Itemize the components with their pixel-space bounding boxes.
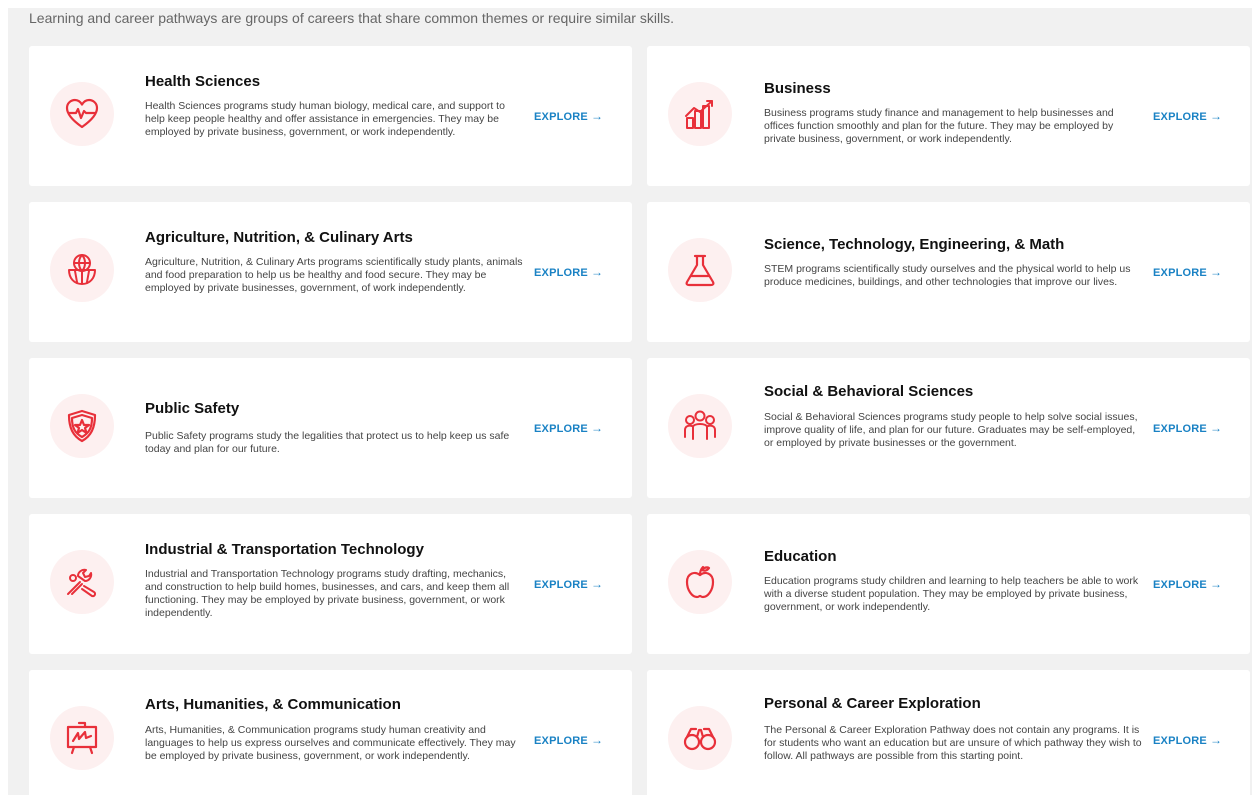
explore-link[interactable]: EXPLORE → xyxy=(534,265,603,279)
globe-basket-icon xyxy=(50,238,114,302)
pathway-title: Arts, Humanities, & Communication xyxy=(145,696,401,713)
people-group-icon xyxy=(668,394,732,458)
explore-link[interactable]: EXPLORE → xyxy=(534,421,603,435)
pathway-card-arts: Arts, Humanities, & Communication Arts, … xyxy=(29,670,632,810)
explore-link[interactable]: EXPLORE → xyxy=(1153,733,1222,747)
explore-label: EXPLORE xyxy=(1153,111,1207,123)
arrow-right-icon: → xyxy=(590,733,604,747)
pathway-title: Industrial & Transportation Technology xyxy=(145,541,424,558)
pathway-card-business: Business Business programs study finance… xyxy=(647,46,1250,186)
pathway-title: Public Safety xyxy=(145,400,240,417)
apple-icon xyxy=(668,550,732,614)
flask-icon xyxy=(668,238,732,302)
explore-label: EXPLORE xyxy=(1153,267,1207,279)
pathway-description: Arts, Humanities, & Communication progra… xyxy=(145,724,516,762)
pathway-title: Business xyxy=(764,80,831,97)
pathway-title: Social & Behavioral Sciences xyxy=(764,383,974,400)
explore-link[interactable]: EXPLORE → xyxy=(534,109,603,123)
pathway-description: Business programs study finance and mana… xyxy=(764,107,1114,145)
pathway-description: Social & Behavioral Sciences programs st… xyxy=(764,411,1138,449)
explore-link[interactable]: EXPLORE → xyxy=(1153,421,1222,435)
pathway-card-industrial: Industrial & Transportation Technology I… xyxy=(29,514,632,654)
pathway-description: Education programs study children and le… xyxy=(764,575,1139,613)
explore-link[interactable]: EXPLORE → xyxy=(1153,577,1222,591)
shield-star-icon xyxy=(50,394,114,458)
explore-label: EXPLORE xyxy=(1153,579,1207,591)
easel-icon xyxy=(50,706,114,770)
explore-label: EXPLORE xyxy=(534,579,588,591)
pathway-title: Agriculture, Nutrition, & Culinary Arts xyxy=(145,229,413,246)
pathway-card-public-safety: Public Safety Public Safety programs stu… xyxy=(29,358,632,498)
pathway-card-health-sciences: Health Sciences Health Sciences programs… xyxy=(29,46,632,186)
arrow-right-icon: → xyxy=(590,265,604,279)
pathway-description: STEM programs scientifically study ourse… xyxy=(764,263,1131,288)
arrow-right-icon: → xyxy=(1209,577,1223,591)
explore-label: EXPLORE xyxy=(1153,423,1207,435)
pathway-description: Industrial and Transportation Technology… xyxy=(145,568,510,619)
arrow-right-icon: → xyxy=(590,109,604,123)
explore-link[interactable]: EXPLORE → xyxy=(534,733,603,747)
explore-link[interactable]: EXPLORE → xyxy=(1153,265,1222,279)
chart-graph-icon xyxy=(668,82,732,146)
pathway-description: Public Safety programs study the legalit… xyxy=(145,430,510,455)
pathway-title: Health Sciences xyxy=(145,73,261,90)
pathway-card-stem: Science, Technology, Engineering, & Math… xyxy=(647,202,1250,342)
explore-label: EXPLORE xyxy=(1153,735,1207,747)
explore-label: EXPLORE xyxy=(534,267,588,279)
tools-icon xyxy=(50,550,114,614)
explore-label: EXPLORE xyxy=(534,423,588,435)
pathway-title: Personal & Career Exploration xyxy=(764,695,981,712)
pathway-title: Science, Technology, Engineering, & Math xyxy=(764,236,1065,253)
pathway-description: Health Sciences programs study human bio… xyxy=(145,100,505,138)
arrow-right-icon: → xyxy=(590,421,604,435)
pathway-title: Education xyxy=(764,548,837,565)
arrow-right-icon: → xyxy=(590,577,604,591)
explore-link[interactable]: EXPLORE → xyxy=(534,577,603,591)
binoculars-icon xyxy=(668,706,732,770)
arrow-right-icon: → xyxy=(1209,265,1223,279)
arrow-right-icon: → xyxy=(1209,733,1223,747)
pathway-card-social-behavioral: Social & Behavioral Sciences Social & Be… xyxy=(647,358,1250,498)
arrow-right-icon: → xyxy=(1209,421,1223,435)
arrow-right-icon: → xyxy=(1209,109,1223,123)
explore-link[interactable]: EXPLORE → xyxy=(1153,109,1222,123)
heart-pulse-icon xyxy=(50,82,114,146)
intro-text: Learning and career pathways are groups … xyxy=(29,10,675,26)
explore-label: EXPLORE xyxy=(534,735,588,747)
explore-label: EXPLORE xyxy=(534,111,588,123)
pathway-description: The Personal & Career Exploration Pathwa… xyxy=(764,724,1142,762)
pathway-card-personal-exploration: Personal & Career Exploration The Person… xyxy=(647,670,1250,810)
pathway-description: Agriculture, Nutrition, & Culinary Arts … xyxy=(145,256,523,294)
pathway-card-education: Education Education programs study child… xyxy=(647,514,1250,654)
pathway-card-agriculture: Agriculture, Nutrition, & Culinary Arts … xyxy=(29,202,632,342)
